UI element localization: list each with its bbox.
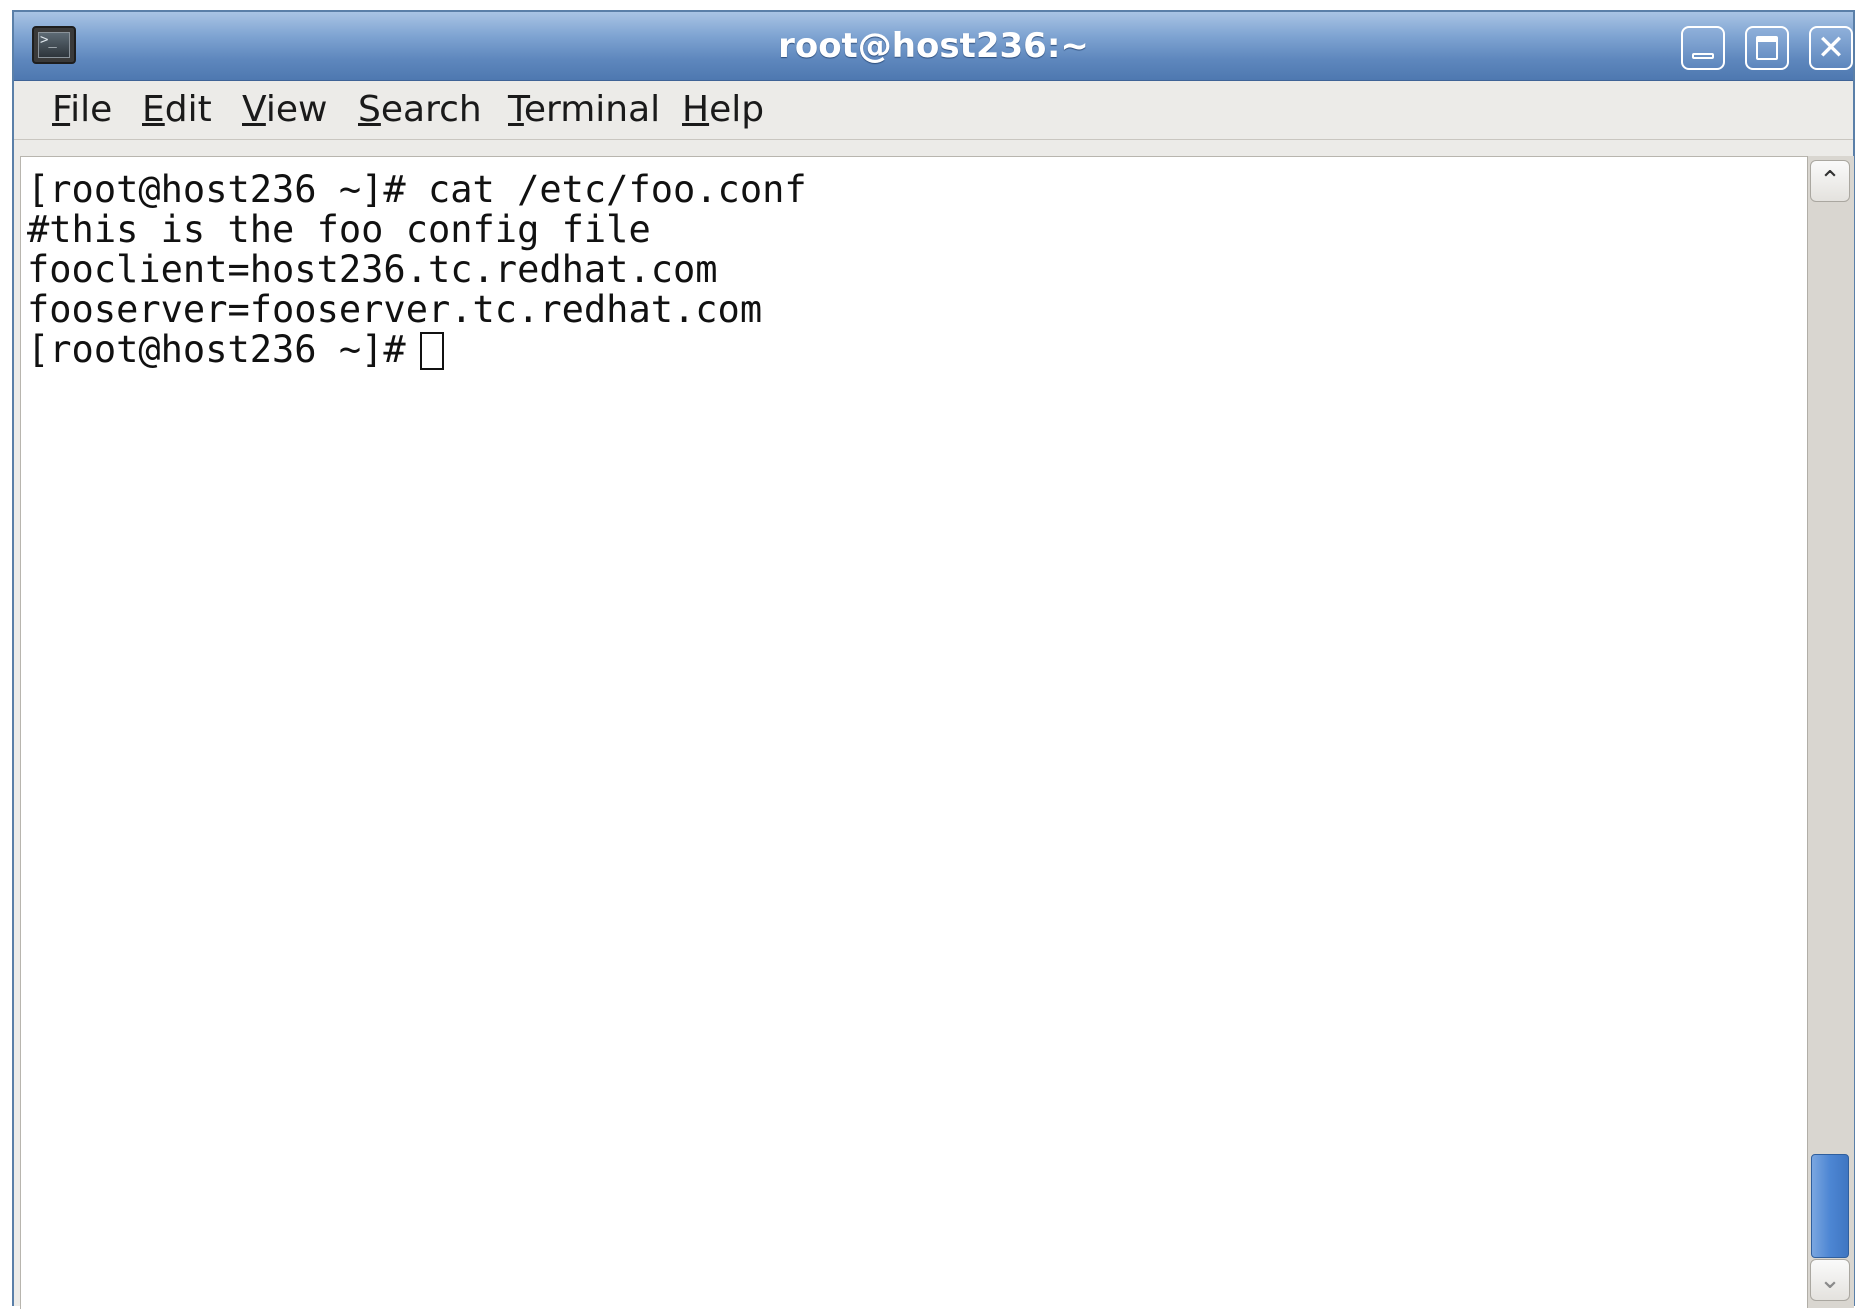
chevron-up-icon: ⌃ (1819, 166, 1841, 196)
menu-file[interactable]: File (48, 91, 116, 129)
terminal-line: [root@host236 ~]# cat /etc/foo.conf (27, 168, 807, 211)
scroll-down-button[interactable]: ⌄ (1810, 1259, 1850, 1301)
vertical-scrollbar[interactable]: ⌃ ⌄ (1807, 156, 1854, 1308)
terminal-line: #this is the foo config file (27, 208, 651, 251)
menu-terminal[interactable]: Terminal (504, 91, 664, 129)
menu-file-label: ile (70, 89, 113, 130)
window-title: root@host236:~ (778, 26, 1089, 66)
menu-bar: File Edit View Search Terminal Help (14, 81, 1853, 140)
menu-terminal-mnemonic: T (508, 89, 524, 130)
terminal-prompt-line[interactable]: [root@host236 ~]# (27, 330, 444, 370)
terminal-output[interactable]: [root@host236 ~]# cat /etc/foo.conf #thi… (20, 156, 1808, 1309)
terminal-line: fooclient=host236.tc.redhat.com (27, 248, 718, 291)
menu-view-label: iew (265, 89, 328, 130)
title-bar[interactable]: >_ root@host236:~ ✕ (14, 12, 1853, 81)
menu-terminal-label: erminal (523, 89, 661, 130)
scrollbar-thumb[interactable] (1811, 1154, 1849, 1258)
maximize-icon (1756, 36, 1778, 60)
terminal-window: >_ root@host236:~ ✕ File Edit View Searc… (12, 10, 1855, 1309)
menu-edit-label: dit (164, 89, 212, 130)
menu-search[interactable]: Search (354, 91, 486, 129)
chevron-down-icon: ⌄ (1819, 1265, 1841, 1295)
menu-search-mnemonic: S (358, 89, 381, 130)
maximize-button[interactable] (1745, 26, 1789, 70)
close-button[interactable]: ✕ (1809, 26, 1853, 70)
menu-edit-mnemonic: E (142, 89, 165, 130)
text-cursor (419, 332, 444, 370)
scroll-up-button[interactable]: ⌃ (1810, 160, 1850, 202)
menu-help-label: elp (709, 89, 765, 130)
menu-view[interactable]: View (238, 91, 331, 129)
terminal-line: fooserver=fooserver.tc.redhat.com (27, 288, 763, 331)
menu-help-mnemonic: H (682, 89, 710, 130)
minimize-button[interactable] (1681, 26, 1725, 70)
menu-file-mnemonic: F (52, 89, 71, 130)
terminal-prompt: [root@host236 ~]# (27, 328, 406, 371)
close-icon: ✕ (1816, 28, 1846, 68)
menu-view-mnemonic: V (242, 89, 266, 130)
menu-help[interactable]: Help (678, 91, 768, 129)
minimize-icon (1692, 53, 1714, 59)
menu-edit[interactable]: Edit (138, 91, 216, 129)
menu-search-label: earch (380, 89, 482, 130)
